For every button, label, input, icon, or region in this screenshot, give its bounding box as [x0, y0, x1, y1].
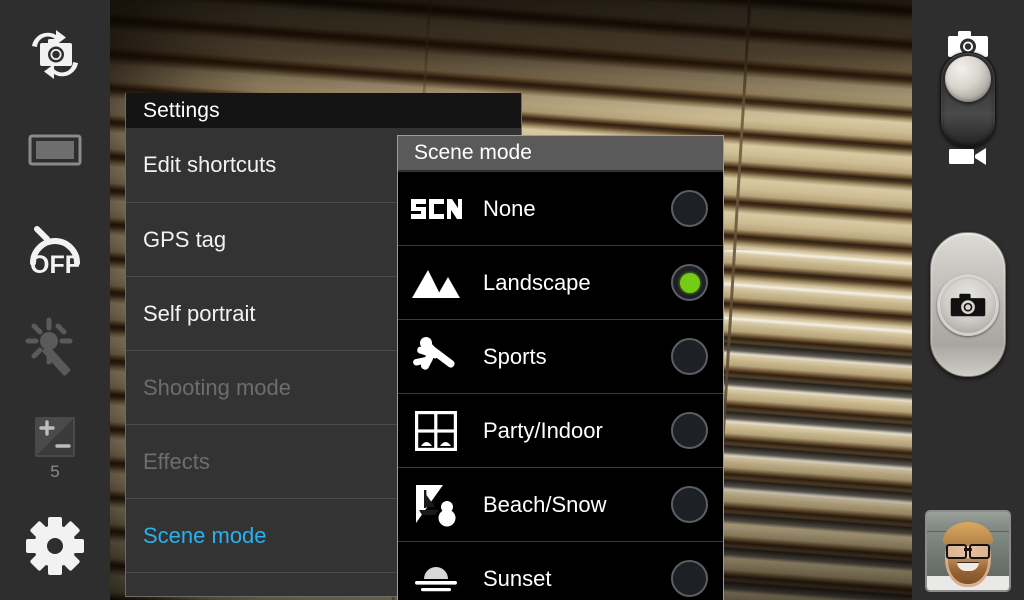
mountains-icon [407, 266, 465, 300]
photo-camera-icon [950, 293, 986, 316]
gear-icon [26, 516, 84, 575]
scene-option-label: Sports [483, 343, 547, 369]
last-photo-thumbnail[interactable] [925, 510, 1011, 592]
window-icon [407, 410, 465, 451]
runner-icon [407, 336, 465, 378]
camera-app-root: OFF OFF [0, 0, 1024, 600]
scene-option-none[interactable]: None [398, 171, 723, 245]
switch-camera-button[interactable] [0, 18, 110, 92]
resolution-button[interactable] [0, 124, 110, 176]
resolution-icon [28, 134, 82, 165]
scene-option-radio[interactable] [671, 486, 708, 523]
scene-option-sports[interactable]: Sports [398, 319, 723, 393]
timer-icon: OFF [30, 226, 80, 279]
settings-row-label: Scene mode [143, 522, 267, 548]
scene-option-label: None [483, 195, 536, 221]
scn-icon [407, 194, 465, 224]
effects-button[interactable] [0, 314, 110, 380]
scene-option-radio[interactable] [671, 412, 708, 449]
mode-switch-knob[interactable] [945, 56, 991, 102]
settings-row-label: Shooting mode [143, 374, 291, 400]
scene-option-landscape[interactable]: Landscape [398, 245, 723, 319]
timer-button[interactable]: OFF OFF [0, 214, 110, 284]
settings-row-label: GPS tag [143, 226, 227, 252]
scene-mode-dialog-title: Scene mode [398, 136, 723, 171]
sailboat-snowman-icon [407, 483, 465, 527]
left-toolbar: OFF OFF [0, 0, 110, 600]
svg-text:OFF: OFF [30, 251, 80, 279]
shutter-button-inner[interactable] [937, 273, 999, 336]
settings-row-label: Edit shortcuts [143, 152, 277, 177]
switch-camera-icon [32, 29, 78, 79]
shutter-button[interactable] [930, 232, 1006, 377]
right-toolbar [912, 0, 1024, 600]
scene-option-label: Beach/Snow [483, 491, 607, 517]
scene-option-beach-snow[interactable]: Beach/Snow [398, 467, 723, 541]
scene-option-radio[interactable] [671, 190, 708, 227]
exposure-value-label: 5 [50, 462, 60, 481]
settings-row-label: Self portrait [143, 300, 256, 326]
scene-option-label: Landscape [483, 269, 591, 295]
thumbnail-glasses [945, 544, 991, 559]
scene-option-label: Sunset [483, 565, 552, 591]
settings-row-label: Effects [143, 448, 210, 474]
photo-video-mode-switch[interactable] [940, 52, 996, 148]
settings-button[interactable] [0, 510, 110, 582]
sunset-icon [407, 562, 465, 596]
scene-mode-dialog: Scene mode None Landscape Sports Party/I… [397, 135, 724, 600]
scene-option-radio[interactable] [671, 264, 708, 301]
scene-option-sunset[interactable]: Sunset [398, 541, 723, 600]
scene-option-label: Party/Indoor [483, 417, 603, 443]
magic-wand-icon [25, 317, 73, 375]
exposure-button[interactable]: 5 [0, 410, 110, 484]
exposure-icon [35, 417, 75, 457]
scene-option-party-indoor[interactable]: Party/Indoor [398, 393, 723, 467]
video-camera-icon [949, 148, 986, 165]
scene-option-radio[interactable] [671, 338, 708, 375]
scene-option-radio[interactable] [671, 560, 708, 597]
settings-panel-title: Settings [126, 93, 521, 128]
